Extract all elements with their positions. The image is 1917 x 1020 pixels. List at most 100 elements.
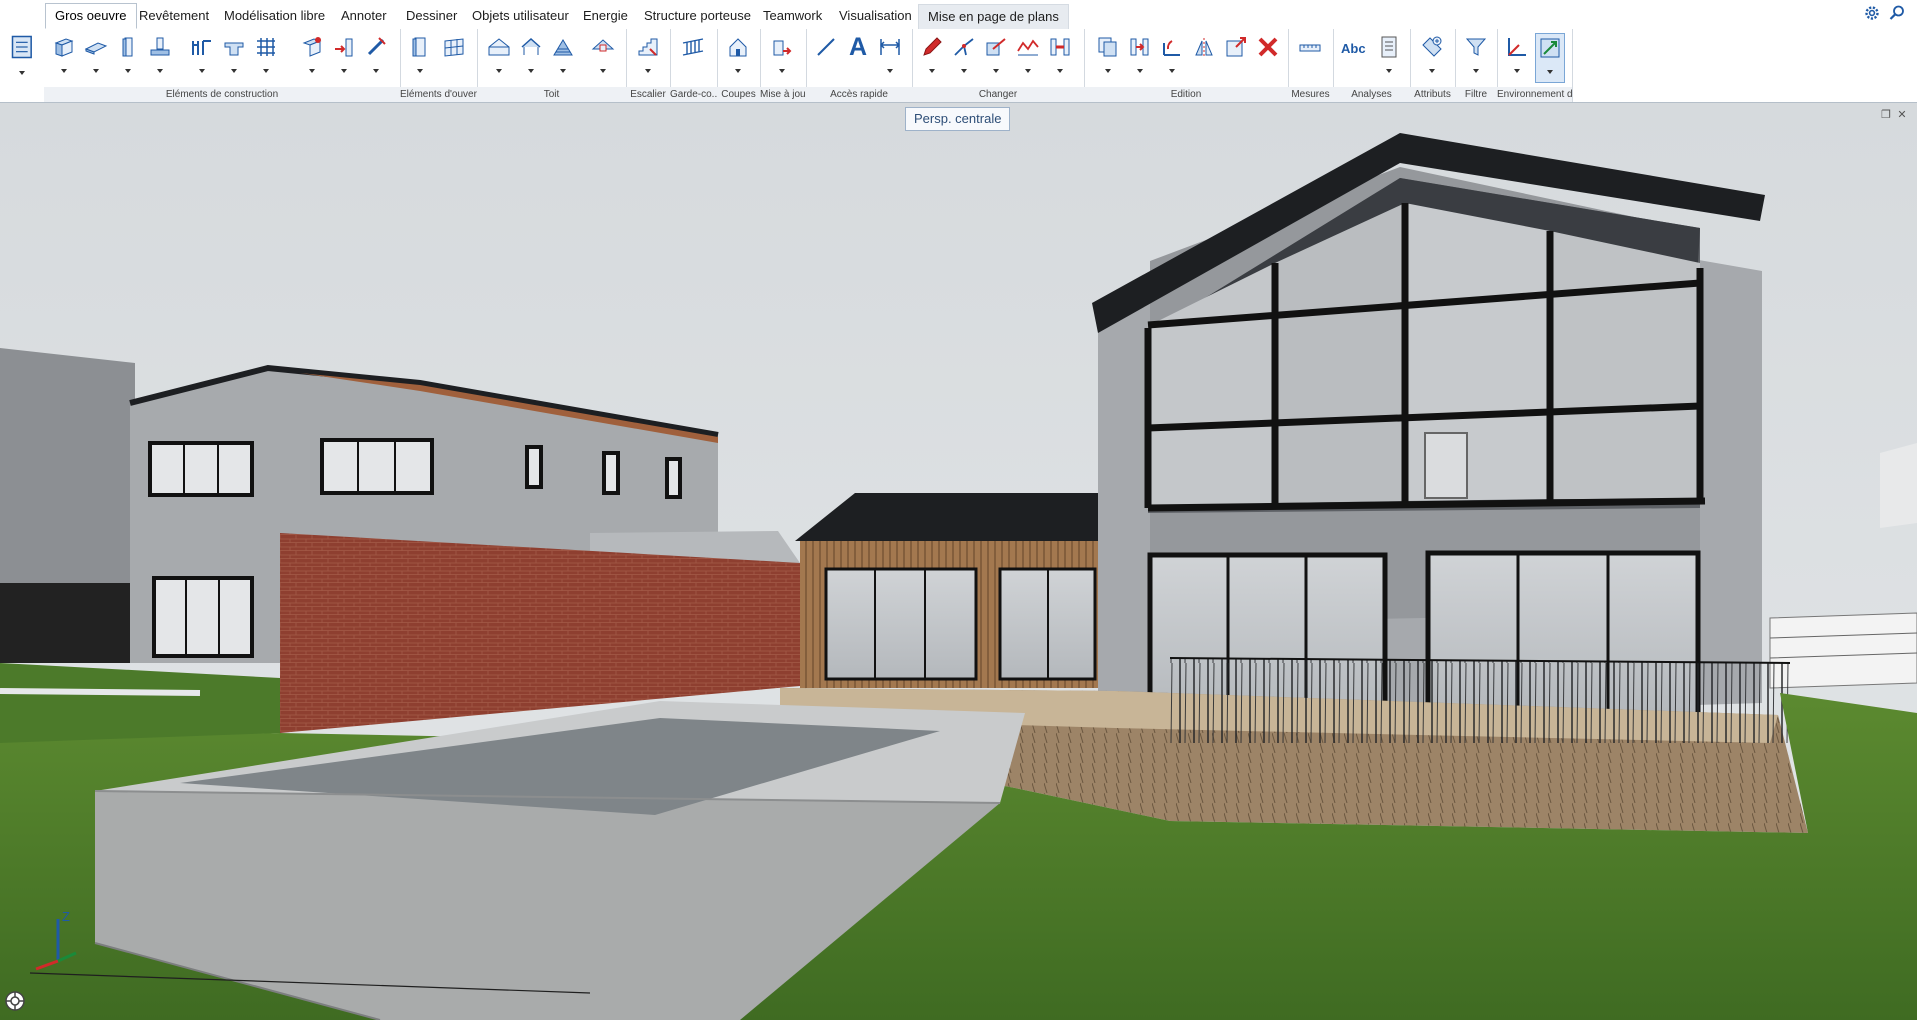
tab-energie[interactable]: Energie [574,4,637,28]
slab-tool-button[interactable] [82,33,110,81]
modify-format-button[interactable] [918,33,946,81]
group-label: Accès rapide [806,87,912,102]
gear-icon[interactable] [1863,4,1881,22]
tab-teamwork[interactable]: Teamwork [754,4,831,28]
tab-dessiner[interactable]: Dessiner [397,4,466,28]
copy-button[interactable] [1094,33,1122,81]
navigation-cube-icon[interactable] [4,990,26,1012]
section-house-icon [729,38,747,57]
tab-visualisation[interactable]: Visualisation [830,4,921,28]
text-tool-glyph: A [849,33,868,61]
ribbon-group-elements-ouverture: Eléments d'ouver... [400,29,478,102]
ribbon-group-edition: Edition [1084,29,1289,102]
line-tool-button[interactable] [812,33,840,81]
dimension-icon [879,39,901,55]
foundation-tool-button[interactable] [146,33,174,81]
beam-icon [192,40,211,55]
balcony-railing [1170,658,1790,743]
curve-modify-button[interactable] [1014,33,1042,81]
rotate-button[interactable] [1158,33,1186,81]
join-elements-button[interactable] [1046,33,1074,81]
roof-covering-button[interactable] [549,33,577,81]
group-label: Analyses [1333,87,1410,102]
railing-tool-button[interactable] [679,33,707,81]
column-tool-button[interactable] [114,33,142,81]
z-axis-label: Z [62,909,70,924]
attributes-button[interactable] [1418,33,1446,81]
ribbon-group-escalier: Escalier [626,29,671,102]
window-tool-button[interactable] [440,33,468,81]
perspective-icon [1540,38,1560,58]
roof-gable-icon [521,37,541,55]
ribbon-group-garde-corps: Garde-co... [670,29,718,102]
tab-revetement[interactable]: Revêtement [130,4,218,28]
measure-button[interactable] [1296,33,1324,81]
update-tool-button[interactable] [768,33,796,81]
foundation-icon [150,37,170,56]
wall-tool-button[interactable] [50,33,78,81]
structural-element-button[interactable] [298,33,326,81]
railing-icon [682,38,704,56]
group-label: Filtre [1455,87,1497,102]
tab-modelisation-libre[interactable]: Modélisation libre [215,4,334,28]
application-menu-button[interactable] [4,31,40,83]
restore-window-icon[interactable]: ❐ [1880,109,1892,121]
tab-mise-en-page-de-plans[interactable]: Mise en page de plans [918,4,1069,29]
convert-element-button[interactable] [982,33,1010,81]
axis-triad: Z [35,909,77,971]
coordinate-system-button[interactable] [1503,33,1531,81]
report-button[interactable] [1375,33,1403,81]
mirror-icon [1195,38,1213,57]
close-icon[interactable]: ✕ [1896,109,1908,121]
dormer-icon [591,39,615,52]
wall-icon [54,38,74,57]
lintel-tool-button[interactable] [220,33,248,81]
text-tool-button[interactable]: A [844,33,872,81]
stair-icon [638,38,658,56]
modify-element-button[interactable] [362,33,390,81]
chevron-down-icon [19,71,25,75]
delete-button[interactable] [1254,33,1282,81]
dormer-tool-button[interactable] [589,33,617,81]
group-label: Eléments de construction [44,87,400,102]
tab-structure-porteuse[interactable]: Structure porteuse [635,4,760,28]
group-label: Mise à jour [760,87,806,102]
move-button[interactable] [1126,33,1154,81]
group-label: Environnement d... [1497,87,1572,102]
column-icon [122,37,133,57]
wood-annex [795,493,1098,688]
roof-plane-button[interactable] [517,33,545,81]
stair-tool-button[interactable] [634,33,662,81]
insert-element-button[interactable] [330,33,358,81]
tab-objets-utilisateur[interactable]: Objets utilisateur [463,4,578,28]
grid-icon [257,38,275,56]
beam-tool-button[interactable] [188,33,216,81]
ruler-icon [1299,44,1321,52]
join-icon [1050,38,1070,56]
spell-check-button[interactable]: Abc [1339,33,1371,81]
door-tool-button[interactable] [406,33,434,81]
grid-tool-button[interactable] [252,33,280,81]
stretch-button[interactable] [1222,33,1250,81]
perspective-view-button[interactable] [1535,33,1565,83]
group-label: Eléments d'ouver... [400,87,477,102]
lintel-icon [224,42,244,56]
wall-paint-icon [302,37,322,57]
tab-annoter[interactable]: Annoter [332,4,396,28]
funnel-icon [1465,38,1487,56]
group-label: Mesures [1288,87,1333,102]
pencil-icon [923,37,942,56]
section-tool-button[interactable] [724,33,752,81]
ribbon-group-changer: Changer [912,29,1085,102]
modify-properties-button[interactable] [950,33,978,81]
roof-icon [488,38,510,56]
3d-viewport[interactable]: ❐ ✕ Z [0,103,1917,1020]
report-icon [1381,36,1397,58]
search-icon[interactable] [1888,4,1906,22]
tab-gros-oeuvre[interactable]: Gros oeuvre [45,3,137,29]
roof-tool-button[interactable] [485,33,513,81]
filter-button[interactable] [1462,33,1490,81]
mirror-button[interactable] [1190,33,1218,81]
dimension-tool-button[interactable] [876,33,904,81]
modify-lines-icon [954,38,974,56]
